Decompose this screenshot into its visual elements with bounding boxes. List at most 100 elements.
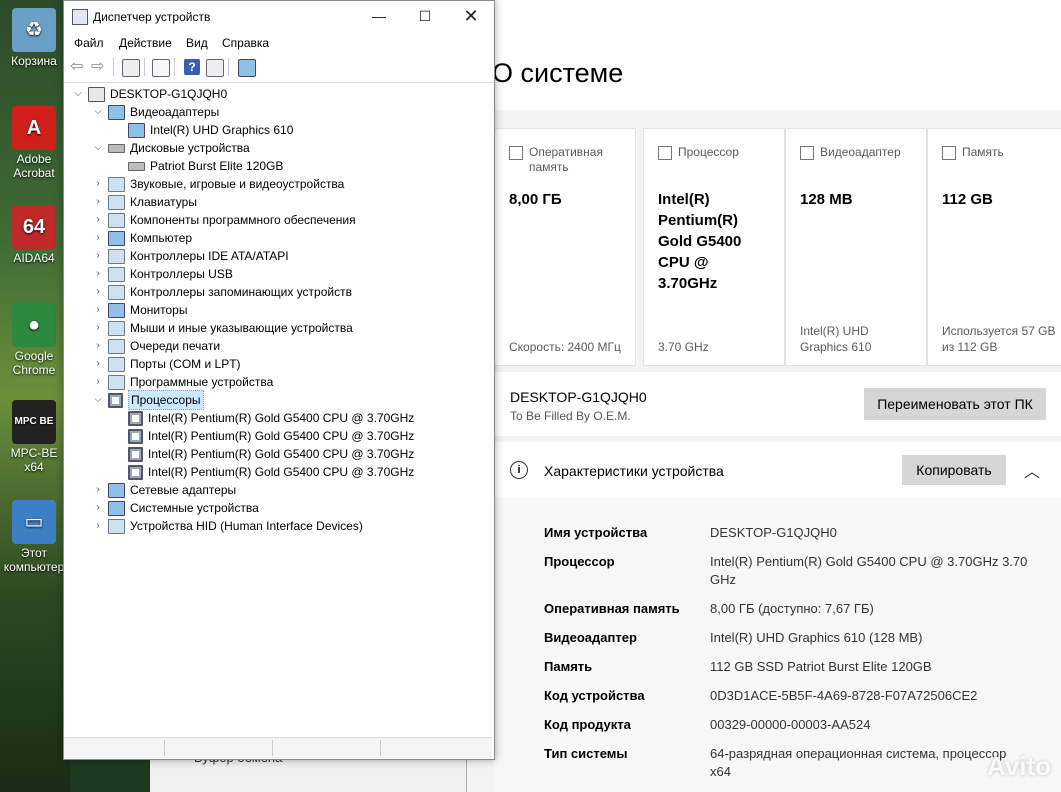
copy-button[interactable]: Копировать	[902, 455, 1006, 485]
chevron-up-icon[interactable]: ︿	[1024, 458, 1040, 482]
storage-icon	[942, 146, 956, 160]
tree-node-label: Видеоадаптеры	[130, 105, 220, 119]
monitor-icon	[108, 104, 125, 120]
scan-hardware-icon[interactable]	[238, 59, 256, 77]
tree-category[interactable]: › Компоненты программного обеспечения	[92, 211, 356, 229]
tree-node-label: Intel(R) Pentium(R) Gold G5400 CPU @ 3.7…	[148, 465, 415, 479]
spec-card: Процессор Intel(R) Pentium(R) Gold G5400 …	[643, 128, 785, 366]
chevron-right-icon[interactable]: ›	[92, 301, 104, 319]
chevron-down-icon[interactable]: ⌵	[92, 103, 104, 121]
spec-card-header: Оперативная память	[509, 145, 624, 175]
tree-device[interactable]: Intel(R) Pentium(R) Gold G5400 CPU @ 3.7…	[112, 445, 414, 463]
tree-category[interactable]: › Контроллеры USB	[92, 265, 233, 283]
chevron-right-icon[interactable]: ›	[92, 517, 104, 535]
monitor-icon	[108, 302, 125, 318]
aida64-shortcut[interactable]: 64 AIDA64	[2, 205, 66, 265]
tree-category[interactable]: › Мониторы	[92, 301, 187, 319]
mpc-be-shortcut[interactable]: MPC BE MPC-BE x64	[2, 400, 66, 474]
spec-key: Код продукта	[544, 717, 631, 732]
chevron-right-icon[interactable]: ›	[92, 337, 104, 355]
forward-arrow-icon[interactable]: ⇨	[91, 59, 107, 75]
spec-card: Видеоадаптер 128 MB Intel(R) UHD Graphics …	[785, 128, 927, 366]
tree-category[interactable]: › Сетевые адаптеры	[92, 481, 236, 499]
device-icon	[108, 194, 125, 210]
chevron-right-icon[interactable]: ›	[92, 319, 104, 337]
title-bar[interactable]: Диспетчер устройств — ☐ ✕	[64, 1, 494, 32]
adobe-acrobat-shortcut[interactable]: A Adobe Acrobat	[2, 106, 66, 180]
tree-node-label: Очереди печати	[130, 339, 221, 353]
maximize-button[interactable]: ☐	[402, 1, 448, 31]
status-segment	[272, 740, 381, 756]
monitor-icon	[108, 230, 125, 246]
device-icon	[108, 248, 125, 264]
show-hide-console-icon[interactable]	[122, 59, 140, 77]
menu-file[interactable]: Файл	[74, 36, 104, 50]
chrome-shortcut[interactable]: ● Google Chrome	[2, 303, 66, 377]
toolbar-separator	[144, 58, 145, 76]
chevron-down-icon[interactable]: ⌵	[72, 85, 84, 103]
tree-category[interactable]: › Очереди печати	[92, 337, 220, 355]
spec-card-title: Оперативная память	[529, 145, 603, 174]
help-icon[interactable]: ?	[184, 59, 200, 75]
tree-node-label: Процессоры	[128, 390, 204, 410]
tree-category[interactable]: › Компьютер	[92, 229, 192, 247]
chevron-right-icon[interactable]: ›	[92, 355, 104, 373]
recycle-bin-shortcut[interactable]: ♻ Корзина	[2, 8, 66, 68]
tree-category[interactable]: ⌵ Процессоры	[92, 390, 204, 410]
tree-node-label: Звуковые, игровые и видеоустройства	[130, 177, 345, 191]
view-icon[interactable]	[206, 59, 224, 77]
chevron-right-icon[interactable]: ›	[92, 229, 104, 247]
tree-category[interactable]: › Программные устройства	[92, 373, 273, 391]
tree-device[interactable]: Intel(R) UHD Graphics 610	[112, 121, 293, 139]
chevron-down-icon[interactable]: ⌵	[92, 391, 104, 409]
close-button[interactable]: ✕	[448, 1, 494, 31]
device-tree: ⌵ DESKTOP-G1QJQH0 ⌵ Видеоадаптеры Intel(R)…	[64, 83, 492, 733]
properties-icon[interactable]	[152, 59, 170, 77]
disk-drive-icon	[108, 143, 125, 153]
tree-node-label: Устройства HID (Human Interface Devices)	[130, 519, 363, 533]
page-title: О системе	[492, 58, 624, 88]
chevron-right-icon[interactable]: ›	[92, 211, 104, 229]
chevron-right-icon[interactable]: ›	[92, 193, 104, 211]
chevron-right-icon[interactable]: ›	[92, 283, 104, 301]
tree-category[interactable]: › Мыши и иные указывающие устройства	[92, 319, 353, 337]
spec-card-header: Процессор	[658, 145, 773, 160]
spec-value: 00329-00000-00003-AA524	[710, 717, 871, 732]
back-arrow-icon[interactable]: ⇦	[70, 59, 86, 75]
tree-category[interactable]: › Системные устройства	[92, 499, 259, 517]
chevron-right-icon[interactable]: ›	[92, 373, 104, 391]
chrome-icon: ●	[12, 303, 56, 347]
device-specs-header[interactable]: i Характеристики устройства Копировать ︿	[494, 442, 1061, 498]
tree-category[interactable]: › Порты (COM и LPT)	[92, 355, 241, 373]
tree-root-label: DESKTOP-G1QJQH0	[110, 87, 228, 101]
spec-card-value: 8,00 ГБ	[509, 191, 562, 208]
chevron-right-icon[interactable]: ›	[92, 175, 104, 193]
tree-node-label: Контроллеры IDE ATA/ATAPI	[130, 249, 289, 263]
menu-view[interactable]: Вид	[186, 36, 208, 50]
tree-category[interactable]: › Контроллеры IDE ATA/ATAPI	[92, 247, 289, 265]
tree-category[interactable]: ⌵ Дисковые устройства	[92, 139, 250, 157]
tree-category[interactable]: › Клавиатуры	[92, 193, 197, 211]
tree-device[interactable]: Patriot Burst Elite 120GB	[112, 157, 283, 175]
tree-device[interactable]: Intel(R) Pentium(R) Gold G5400 CPU @ 3.7…	[112, 409, 414, 427]
minimize-button[interactable]: —	[356, 1, 402, 31]
tree-category[interactable]: › Контроллеры запоминающих устройств	[92, 283, 352, 301]
chevron-right-icon[interactable]: ›	[92, 481, 104, 499]
chevron-down-icon[interactable]: ⌵	[92, 139, 104, 157]
chevron-right-icon[interactable]: ›	[92, 247, 104, 265]
this-pc-shortcut[interactable]: ▭ Этот компьютер	[2, 500, 66, 574]
menu-action[interactable]: Действие	[119, 36, 172, 50]
tree-device[interactable]: Intel(R) Pentium(R) Gold G5400 CPU @ 3.7…	[112, 463, 414, 481]
tree-category[interactable]: ⌵ Видеоадаптеры	[92, 103, 219, 121]
chevron-right-icon[interactable]: ›	[92, 265, 104, 283]
tree-node-label: Мониторы	[130, 303, 188, 317]
chevron-right-icon[interactable]: ›	[92, 499, 104, 517]
tree-category[interactable]: › Устройства HID (Human Interface Devices…	[92, 517, 363, 535]
spec-value: 112 GB SSD Patriot Burst Elite 120GB	[710, 659, 932, 674]
tree-node-label: Системные устройства	[130, 501, 259, 515]
rename-pc-button[interactable]: Переименовать этот ПК	[864, 388, 1046, 420]
tree-root[interactable]: ⌵ DESKTOP-G1QJQH0	[72, 85, 227, 103]
menu-help[interactable]: Справка	[222, 36, 269, 50]
tree-category[interactable]: › Звуковые, игровые и видеоустройства	[92, 175, 344, 193]
tree-device[interactable]: Intel(R) Pentium(R) Gold G5400 CPU @ 3.7…	[112, 427, 414, 445]
